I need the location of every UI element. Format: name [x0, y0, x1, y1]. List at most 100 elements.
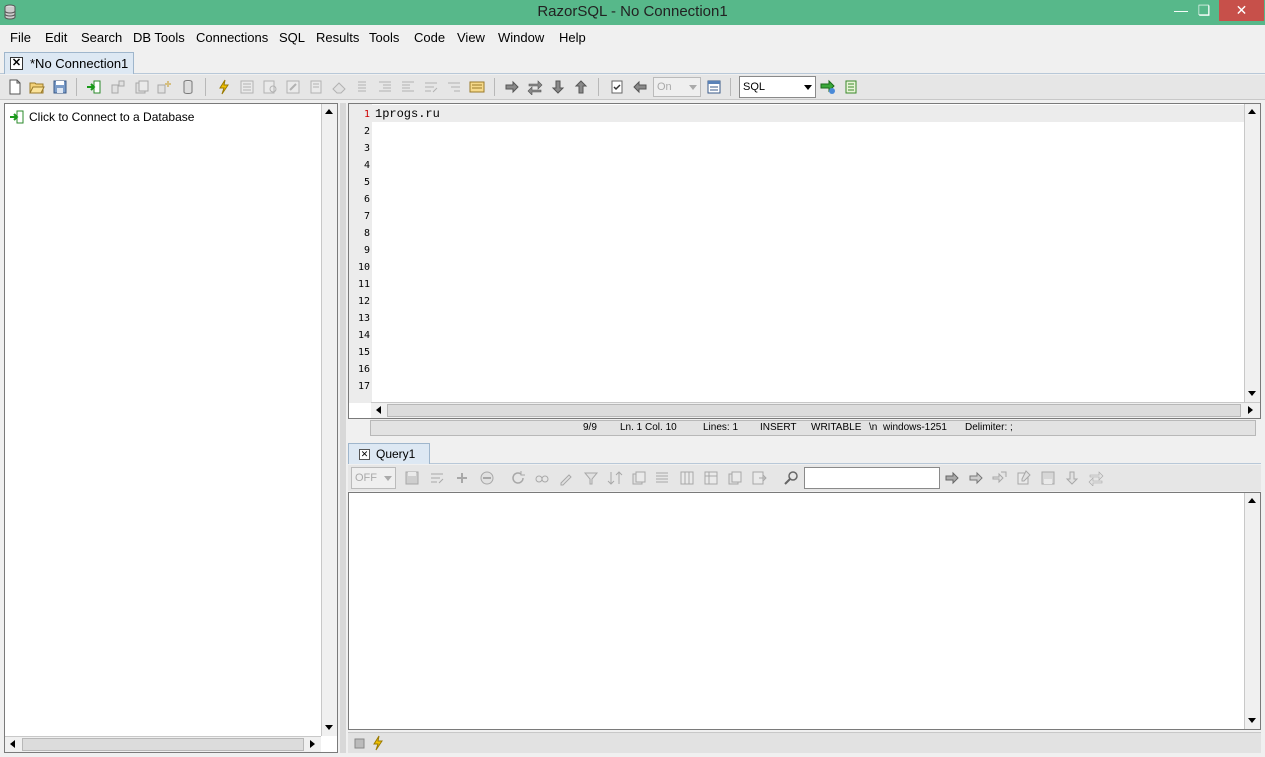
panel-splitter[interactable]: [340, 103, 346, 753]
restore-button[interactable]: ❏: [1190, 0, 1218, 21]
commit-icon[interactable]: [609, 79, 625, 95]
scroll-down-icon[interactable]: [322, 720, 337, 735]
tree-hscroll-thumb[interactable]: [22, 738, 304, 751]
lines-icon[interactable]: [654, 470, 670, 486]
menu-tools[interactable]: Tools: [369, 30, 399, 45]
edit-cell-icon[interactable]: [558, 470, 574, 486]
scroll-down-icon[interactable]: [1245, 713, 1260, 728]
indent-icon[interactable]: [377, 79, 393, 95]
format-results-icon[interactable]: [429, 470, 445, 486]
scroll-down-results-icon[interactable]: [1064, 470, 1080, 486]
query1-tab[interactable]: ✕ Query1: [348, 443, 430, 464]
sql-notes-icon[interactable]: [843, 79, 859, 95]
forward-icon[interactable]: [968, 470, 984, 486]
find-in-results-icon[interactable]: [783, 470, 799, 486]
run-sql-icon[interactable]: [820, 79, 836, 95]
editor-status-bar: 9/9 Ln. 1 Col. 10 Lines: 1 INSERT WRITAB…: [370, 420, 1256, 436]
auto-commit-dropdown[interactable]: On: [653, 77, 701, 97]
menu-connections[interactable]: Connections: [196, 30, 268, 45]
menu-view[interactable]: View: [457, 30, 485, 45]
editor-hscroll-thumb[interactable]: [387, 404, 1241, 417]
scroll-down-icon[interactable]: [1245, 386, 1260, 401]
new-file-icon[interactable]: [7, 79, 23, 95]
eraser-icon[interactable]: [331, 79, 347, 95]
disconnect-icon[interactable]: [110, 79, 126, 95]
menu-edit[interactable]: Edit: [45, 30, 67, 45]
format-sql-icon[interactable]: [354, 79, 370, 95]
close-tab-icon[interactable]: ✕: [359, 449, 370, 460]
bottom-status-bar: [348, 732, 1261, 753]
arrow-up-icon[interactable]: [573, 79, 589, 95]
save-icon[interactable]: [52, 79, 68, 95]
sql-scratch-icon[interactable]: [706, 79, 722, 95]
grid-icon[interactable]: [703, 470, 719, 486]
results-grid[interactable]: [348, 492, 1261, 730]
uncomment-icon[interactable]: [446, 79, 462, 95]
rollback-icon[interactable]: [632, 79, 648, 95]
delete-row-icon[interactable]: [479, 470, 495, 486]
results-vertical-scrollbar[interactable]: [1244, 493, 1260, 729]
scroll-right-icon[interactable]: [1243, 403, 1258, 418]
menu-code[interactable]: Code: [414, 30, 445, 45]
swap-results-icon[interactable]: [1088, 470, 1104, 486]
menu-file[interactable]: File: [10, 30, 31, 45]
scroll-left-icon[interactable]: [371, 403, 386, 418]
query-builder-icon[interactable]: [308, 79, 324, 95]
menu-search[interactable]: Search: [81, 30, 122, 45]
close-button[interactable]: ✕: [1219, 0, 1264, 21]
swap-arrows-icon[interactable]: [527, 79, 543, 95]
menu-db-tools[interactable]: DB Tools: [133, 30, 185, 45]
filter-icon[interactable]: [583, 470, 599, 486]
sql-history-icon[interactable]: [469, 79, 485, 95]
scroll-up-icon[interactable]: [1245, 493, 1260, 508]
copy-results-icon[interactable]: [631, 470, 647, 486]
save-results-icon[interactable]: [404, 470, 420, 486]
sql-editor[interactable]: 1 2 3 4 5 6 7 8 9 10 11 12 13 14 15 16 1…: [348, 103, 1261, 419]
copy-connection-icon[interactable]: [134, 79, 150, 95]
tree-horizontal-scrollbar[interactable]: [5, 736, 321, 752]
tree-vertical-scrollbar[interactable]: [321, 104, 337, 736]
add-connection-icon[interactable]: [156, 79, 172, 95]
notes-icon[interactable]: [1016, 470, 1032, 486]
columns-icon[interactable]: [679, 470, 695, 486]
scroll-up-icon[interactable]: [1245, 104, 1260, 119]
arrow-right-icon[interactable]: [504, 79, 520, 95]
editor-vertical-scrollbar[interactable]: [1244, 104, 1260, 402]
execute-status-icon[interactable]: [370, 735, 386, 751]
menu-sql[interactable]: SQL: [279, 30, 305, 45]
open-folder-icon[interactable]: [29, 79, 45, 95]
menu-results[interactable]: Results: [316, 30, 359, 45]
describe-icon[interactable]: [262, 79, 278, 95]
save-cell-icon[interactable]: [1040, 470, 1056, 486]
list-tables-icon[interactable]: [239, 79, 255, 95]
unindent-icon[interactable]: [400, 79, 416, 95]
execute-icon[interactable]: [216, 79, 232, 95]
pages-icon[interactable]: [727, 470, 743, 486]
line-number: 11: [357, 279, 370, 290]
scroll-up-icon[interactable]: [322, 104, 337, 119]
view-icon[interactable]: [534, 470, 550, 486]
results-mode-dropdown[interactable]: OFF: [351, 467, 396, 489]
database-icon[interactable]: [180, 79, 196, 95]
connect-icon[interactable]: [86, 79, 102, 95]
comment-icon[interactable]: [423, 79, 439, 95]
refresh-icon[interactable]: [510, 470, 526, 486]
arrow-down-icon[interactable]: [550, 79, 566, 95]
results-search-input[interactable]: [804, 467, 940, 489]
menu-help[interactable]: Help: [559, 30, 586, 45]
code-text[interactable]: 1progs.ru: [375, 107, 440, 121]
stop-icon[interactable]: [352, 736, 368, 752]
scroll-left-icon[interactable]: [5, 737, 20, 752]
next-result-icon[interactable]: [944, 470, 960, 486]
grouped-forward-icon[interactable]: [992, 470, 1008, 486]
edit-table-icon[interactable]: [285, 79, 301, 95]
menu-window[interactable]: Window: [498, 30, 544, 45]
scroll-right-icon[interactable]: [305, 737, 320, 752]
close-tab-icon[interactable]: ✕: [10, 57, 23, 70]
language-dropdown[interactable]: SQL: [739, 76, 816, 98]
editor-horizontal-scrollbar[interactable]: [371, 402, 1260, 418]
sort-icon[interactable]: [607, 470, 623, 486]
add-row-icon[interactable]: [454, 470, 470, 486]
export-icon[interactable]: [751, 470, 767, 486]
connection-tab[interactable]: ✕ *No Connection1: [4, 52, 134, 74]
